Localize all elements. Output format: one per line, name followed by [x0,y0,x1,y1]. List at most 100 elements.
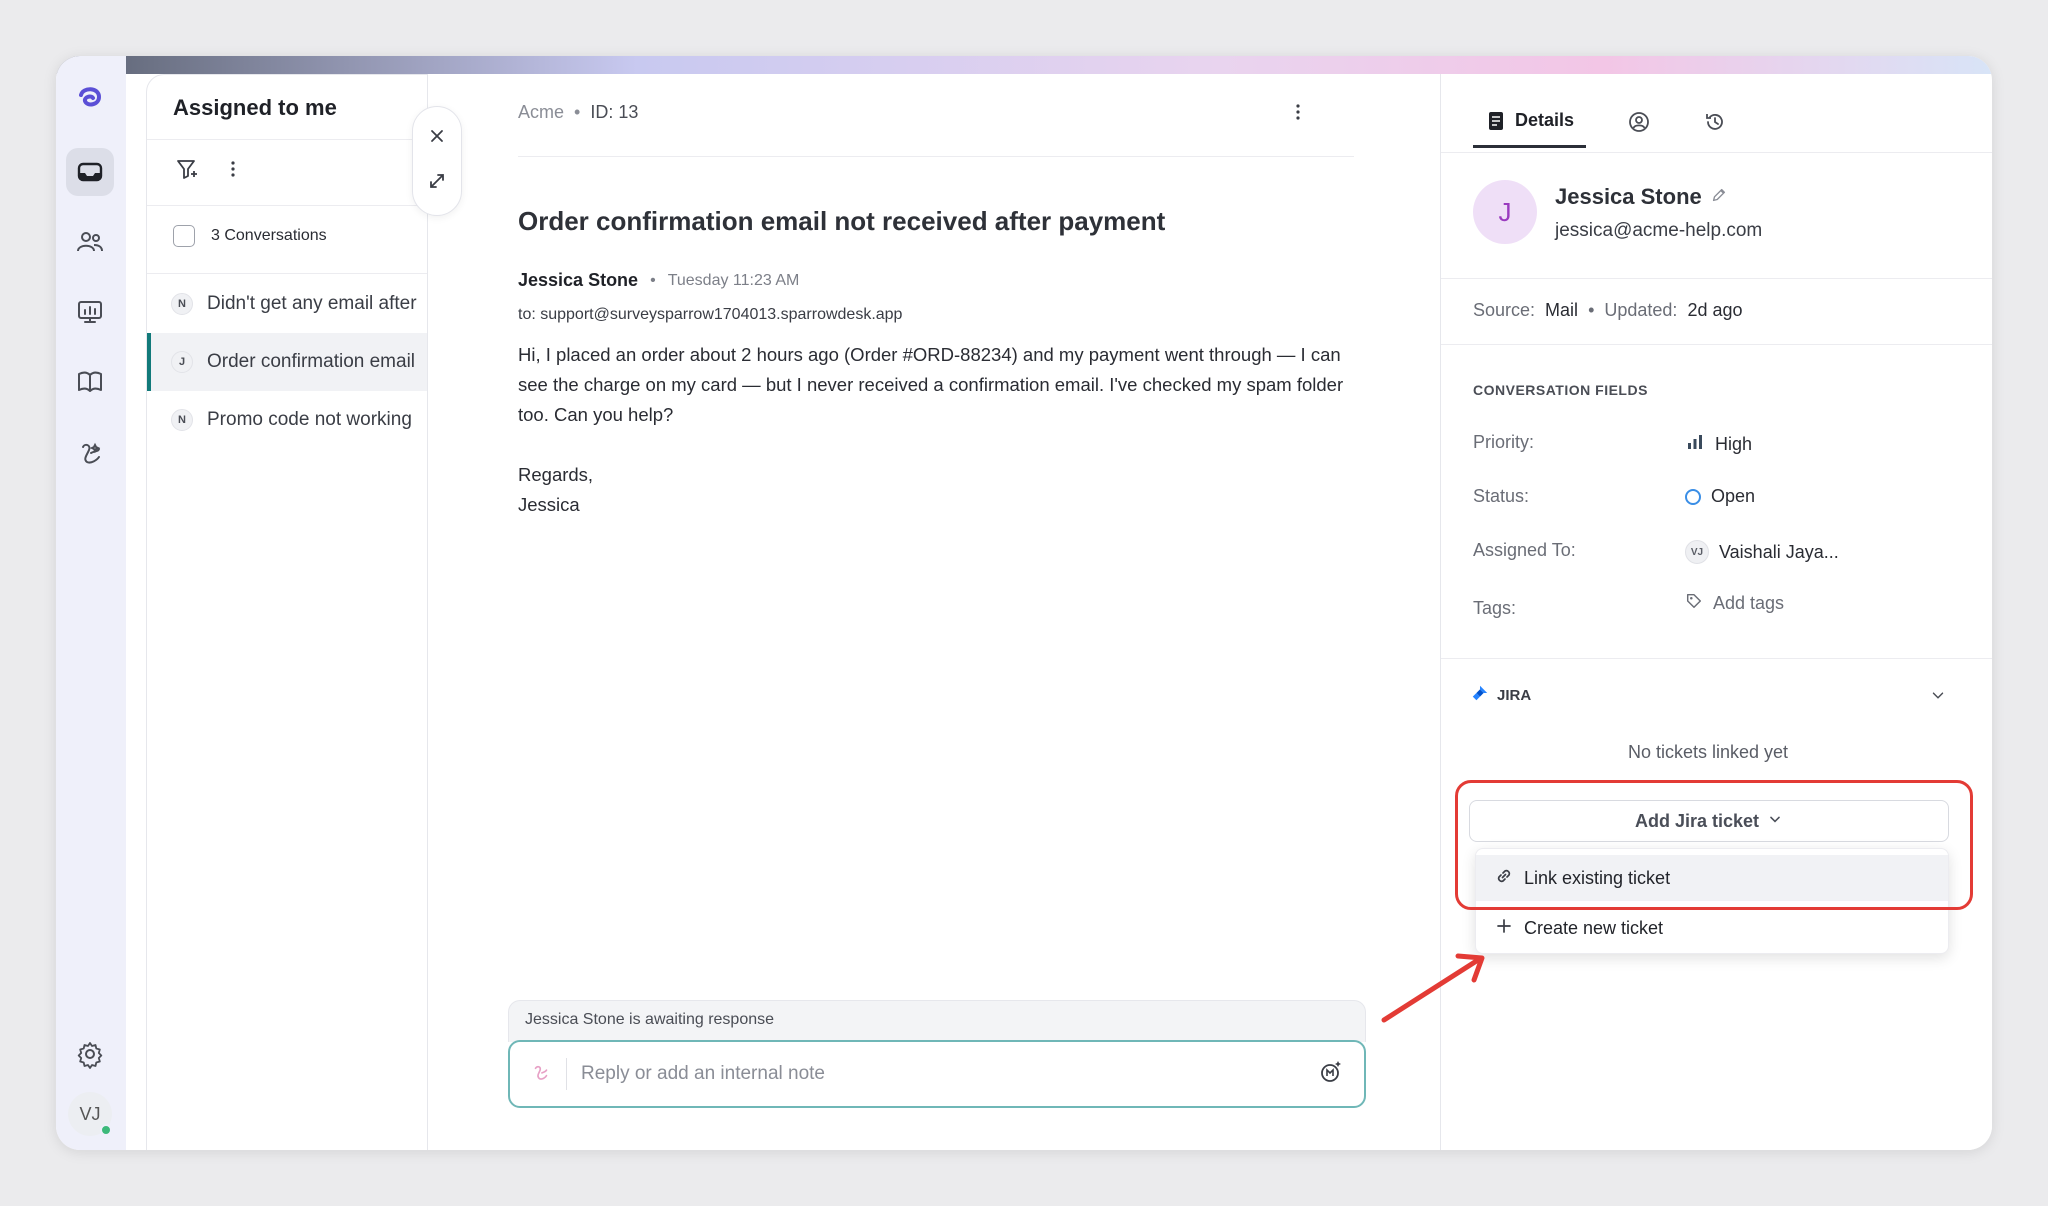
conversation-preview: Order confirmation email [207,351,416,372]
assignee-avatar: VJ [1685,540,1709,564]
conversation-badge: J [171,351,193,373]
priority-field[interactable]: High [1685,432,1752,457]
close-icon[interactable] [427,126,447,151]
tab-details[interactable]: Details [1473,96,1587,148]
ai-assist-icon[interactable] [530,1061,552,1088]
knowledge-base-icon[interactable] [66,358,114,406]
jira-logo-icon [1471,684,1489,706]
assigned-label: Assigned To: [1473,540,1576,560]
more-vertical-icon[interactable] [221,157,245,186]
window-top-gradient [56,56,1992,74]
status-field[interactable]: Open [1685,486,1755,507]
conversation-count: 3 Conversations [211,227,327,244]
add-jira-ticket-button[interactable]: Add Jira ticket [1469,800,1949,842]
link-existing-ticket-label: Link existing ticket [1524,867,1671,888]
conversation-id: ID: 13 [590,102,639,122]
divider [147,139,427,140]
assigned-field[interactable]: VJ Vaishali Jaya... [1685,540,1839,564]
divider [1441,658,1992,659]
conversation-list-item[interactable]: N Promo code not working [147,391,427,449]
details-panel: Details J Jessica Stone jessica@acme-hel… [1440,74,1992,1150]
settings-icon[interactable] [66,1030,114,1078]
conversation-view: Acme • ID: 13 Order confirmation email n… [428,74,1440,1150]
add-tags-button[interactable]: Add tags [1685,592,1784,615]
signal-bars-icon [1685,432,1705,457]
message-body: Hi, I placed an order about 2 hours ago … [518,340,1368,520]
create-new-ticket-label: Create new ticket [1524,917,1664,938]
filter-icon[interactable] [175,157,199,186]
chevron-down-icon[interactable] [1929,686,1947,709]
list-title: Assigned to me [173,95,337,120]
user-avatar[interactable]: VJ [68,1092,112,1136]
source-updated-row: Source: Mail • Updated: 2d ago [1473,300,1743,321]
ai-compose-icon[interactable] [1318,1059,1344,1090]
annotation-arrow-icon [1381,953,1485,1023]
menu-item-link-existing-ticket[interactable]: Link existing ticket [1476,855,1948,901]
select-all-row: 3 Conversations [173,225,327,247]
online-status-dot [100,1124,112,1136]
breadcrumb-brand[interactable]: Acme [518,102,564,123]
message-paragraph: Hi, I placed an order about 2 hours ago … [518,344,1344,425]
reply-composer[interactable] [508,1040,1366,1108]
message-header: Jessica Stone • Tuesday 11:23 AM [518,270,799,291]
divider [147,273,427,274]
sender-name: Jessica Stone [518,270,639,290]
details-tabs: Details [1473,96,1738,148]
source-label: Source: [1473,300,1536,320]
jira-empty-state: No tickets linked yet [1627,742,1789,762]
logo-icon[interactable] [66,74,114,122]
conversation-list-item[interactable]: N Didn't get any email after [147,275,427,333]
history-icon [1706,114,1723,130]
contact-email: jessica@acme-help.com [1555,220,1763,241]
list-toolbar [175,157,245,186]
inbox-icon[interactable] [66,148,114,196]
updated-value: 2d ago [1687,300,1743,320]
app-window: VJ Assigned to me 3 Conversations N Didn… [56,56,1992,1150]
document-icon [1489,111,1503,130]
plus-icon [1494,916,1514,941]
source-value: Mail [1545,300,1579,320]
assignee-name: Vaishali Jaya... [1719,541,1839,562]
jira-section-header[interactable]: JIRA [1471,684,1531,706]
edit-pencil-icon[interactable] [1710,184,1728,210]
divider [566,1058,567,1090]
nav-rail: VJ [56,56,126,1150]
menu-item-create-new-ticket[interactable]: Create new ticket [1476,905,1948,951]
conversation-fields-title: CONVERSATION FIELDS [1473,382,1648,398]
status-label: Status: [1473,486,1530,506]
divider [518,156,1354,157]
tab-contact[interactable] [1616,96,1662,148]
tab-history[interactable] [1692,96,1738,148]
contact-avatar: J [1473,180,1537,244]
conversation-list-item-selected[interactable]: J Order confirmation email [147,333,427,391]
ai-agent-icon[interactable] [66,428,114,476]
awaiting-response-banner: Jessica Stone is awaiting response [508,1000,1366,1042]
user-initials: VJ [79,1103,101,1124]
status-open-icon [1685,488,1701,505]
conversation-subject: Order confirmation email not received af… [518,206,1166,236]
divider [147,205,427,206]
jira-ticket-menu: Link existing ticket Create new ticket [1475,848,1949,954]
reply-input[interactable] [581,1063,1318,1085]
status-value: Open [1711,486,1756,506]
contacts-icon[interactable] [66,218,114,266]
reports-icon[interactable] [66,288,114,336]
conversation-list-panel: Assigned to me 3 Conversations N Didn't … [146,74,428,1150]
main-area: Assigned to me 3 Conversations N Didn't … [126,74,1992,1150]
more-vertical-icon[interactable] [1286,100,1310,129]
breadcrumb: Acme • ID: 13 [518,102,638,123]
conversation-preview: Didn't get any email after [207,293,417,314]
panel-controls [412,106,462,216]
message-recipient: to: support@surveysparrow1704013.sparrow… [518,306,903,323]
updated-label: Updated: [1604,300,1678,320]
conversation-preview: Promo code not working [207,409,412,430]
divider [1441,344,1992,345]
expand-icon[interactable] [427,171,447,196]
tab-details-label: Details [1515,110,1575,130]
select-all-checkbox[interactable] [173,225,195,247]
message-signature: Jessica [518,494,580,515]
user-circle-icon [1629,112,1649,132]
tag-icon [1685,592,1703,615]
divider [1441,278,1992,279]
separator-dot: • [650,271,656,289]
